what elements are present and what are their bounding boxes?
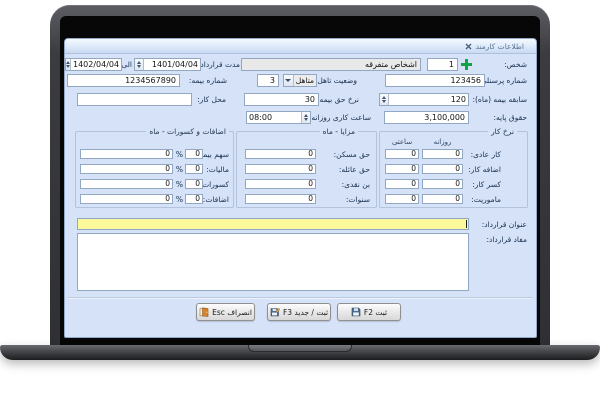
contract-title-label: عنوان قرارداد:	[482, 220, 527, 229]
work-rate-row-label: کسر کار:	[472, 180, 501, 189]
add-person-button[interactable]	[460, 58, 473, 71]
save-new-button[interactable]: ثبت / جدید F3	[267, 303, 331, 321]
cancel-button[interactable]: انصراف Esc	[196, 303, 255, 321]
contract-duration-label: مدت قرارداد:	[198, 60, 240, 69]
work-rate-daily-field[interactable]: 0	[422, 149, 463, 159]
adjustments-title: اضافات و کسورات - ماه	[146, 127, 229, 136]
insurance-no-field[interactable]: 1234567890	[67, 74, 180, 87]
close-icon[interactable]	[465, 43, 472, 50]
benefit-field[interactable]: 0	[245, 149, 316, 159]
window-titlebar: اطلاعات کارمند	[65, 39, 536, 54]
marital-status-value: متاهل	[294, 75, 316, 86]
benefit-row-label: سنوات:	[346, 195, 370, 204]
spinner-icon[interactable]	[380, 94, 389, 105]
contract-body-textarea[interactable]	[77, 233, 469, 291]
person-name-field[interactable]: اشخاص متفرقه	[241, 58, 421, 71]
work-rate-hourly-field[interactable]: 0	[385, 179, 419, 189]
adjustment-percent-field[interactable]: 0	[185, 194, 203, 204]
premium-rate-label: نرخ حق بیمه:	[317, 95, 359, 104]
adjustment-amount-field[interactable]: 0	[80, 149, 173, 159]
marital-status-combo[interactable]: متاهل	[283, 74, 317, 87]
workplace-label: محل کار:	[197, 95, 226, 104]
cancel-button-label: انصراف Esc	[212, 308, 252, 317]
spinner-icon[interactable]	[301, 112, 310, 123]
adjustments-group: اضافات و کسورات - ماه سهم بیمه: 0 % 0 ما…	[75, 131, 234, 208]
contract-title-field[interactable]	[77, 218, 469, 230]
benefit-row-label: بن نقدی:	[342, 180, 370, 189]
exit-icon	[199, 307, 209, 317]
save-new-button-label: ثبت / جدید F3	[283, 308, 328, 317]
contract-to-date-spinner[interactable]: 1402/04/04	[65, 58, 122, 71]
work-rate-group: نرخ کار روزانه ساعتی کار عادی: 0 0 اضافه…	[379, 131, 528, 208]
work-rate-hourly-field[interactable]: 0	[385, 164, 419, 174]
base-salary-label: حقوق پایه:	[493, 113, 527, 122]
col-hourly-header: ساعتی	[385, 138, 419, 146]
footer-divider	[68, 297, 533, 299]
adjustment-row-label: مالیات:	[206, 165, 229, 174]
adjustment-percent-field[interactable]: 0	[185, 164, 203, 174]
adjustment-percent-field[interactable]: 0	[185, 179, 203, 189]
col-daily-header: روزانه	[422, 138, 463, 146]
floppy-disk-icon	[351, 307, 361, 317]
daily-hours-spinner[interactable]: 08:00	[246, 111, 311, 124]
work-rate-daily-field[interactable]: 0	[422, 194, 463, 204]
workplace-field[interactable]	[77, 93, 192, 106]
work-rate-hourly-field[interactable]: 0	[385, 149, 419, 159]
work-rate-row-label: ماموریت:	[471, 195, 501, 204]
spinner-icon[interactable]	[135, 59, 144, 70]
benefits-title: مزایا - ماه	[320, 127, 358, 136]
work-rate-daily-field[interactable]: 0	[422, 179, 463, 189]
marital-status-label: وضعیت تاهل:	[315, 76, 357, 85]
daily-hours-label: ساعت کاری روزانه:	[309, 113, 371, 122]
save-button-label: ثبت F2	[364, 308, 387, 317]
contract-to-date-value: 1402/04/04	[71, 59, 121, 70]
adjustment-amount-field[interactable]: 0	[80, 179, 173, 189]
insurance-history-spinner[interactable]: 120	[379, 93, 469, 106]
daily-hours-value: 08:00	[247, 112, 301, 123]
benefit-field[interactable]: 0	[245, 164, 316, 174]
percent-sign: %	[176, 195, 183, 204]
percent-sign: %	[176, 180, 183, 189]
benefit-field[interactable]: 0	[245, 179, 316, 189]
premium-rate-field[interactable]: 30	[244, 93, 319, 106]
laptop-mockup: اطلاعات کارمند شخص: 1 اشخاص متفرقه مدت ق…	[0, 0, 600, 400]
benefit-row-label: حق عائله:	[339, 165, 370, 174]
plus-icon	[461, 59, 472, 70]
personnel-no-field[interactable]: 123456	[385, 74, 485, 87]
benefit-row-label: حق مسکن:	[334, 150, 370, 159]
work-rate-row-label: اضافه کار:	[468, 165, 501, 174]
insurance-history-label: سابقه بیمه (ماه):	[472, 95, 527, 104]
adjustment-row-label: کسورات:	[200, 180, 229, 189]
work-rate-title: نرخ کار	[488, 127, 517, 136]
work-rate-hourly-field[interactable]: 0	[385, 194, 419, 204]
benefit-field[interactable]: 0	[245, 194, 316, 204]
base-salary-field[interactable]: 3,100,000	[384, 111, 469, 124]
contract-from-date-value: 1401/04/04	[144, 59, 200, 70]
adjustment-row-label: اضافات:	[203, 195, 229, 204]
insurance-no-label: شماره بیمه:	[189, 76, 227, 85]
contract-from-date-spinner[interactable]: 1401/04/04	[134, 58, 201, 71]
person-id-field[interactable]: 1	[427, 58, 458, 71]
work-rate-row-label: کار عادی:	[471, 150, 501, 159]
save-button[interactable]: ثبت F2	[337, 303, 401, 321]
personnel-no-label: شماره پرسنلی:	[478, 76, 527, 85]
adjustment-percent-field[interactable]: 0	[185, 149, 203, 159]
dependents-field[interactable]: 3	[257, 74, 279, 87]
floppy-disk-pencil-icon	[270, 307, 280, 317]
benefits-group: مزایا - ماه حق مسکن: 0 حق عائله: 0 بن نق…	[236, 131, 377, 208]
chevron-down-icon[interactable]	[284, 75, 294, 86]
person-label: شخص:	[504, 60, 527, 69]
window-title: اطلاعات کارمند	[476, 42, 524, 51]
insurance-history-value: 120	[389, 94, 468, 105]
laptop-hinge-notch	[248, 345, 352, 352]
percent-sign: %	[176, 150, 183, 159]
work-rate-daily-field[interactable]: 0	[422, 164, 463, 174]
percent-sign: %	[176, 165, 183, 174]
employee-info-window: اطلاعات کارمند شخص: 1 اشخاص متفرقه مدت ق…	[64, 38, 537, 338]
adjustment-amount-field[interactable]: 0	[80, 164, 173, 174]
contract-body-label: مفاد قرارداد:	[486, 235, 527, 244]
adjustment-amount-field[interactable]: 0	[80, 194, 173, 204]
to-label: الی	[121, 60, 132, 69]
text-caret	[466, 220, 467, 228]
